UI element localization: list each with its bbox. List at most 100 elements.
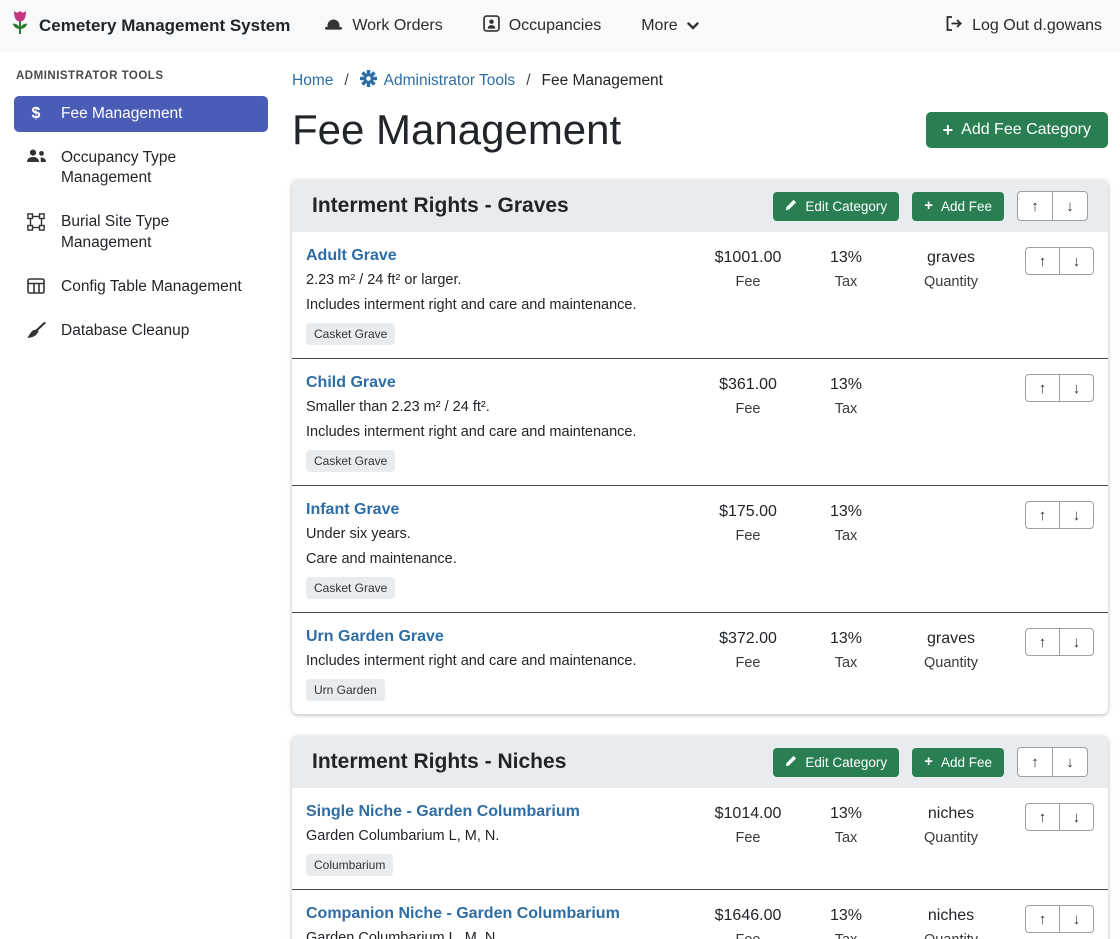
fee-quantity-label: Quantity: [892, 830, 1010, 846]
sidebar-item-label: Burial Site Type Management: [61, 212, 258, 252]
breadcrumb-current: Fee Management: [542, 72, 664, 90]
top-navbar: Cemetery Management System Work Orders O…: [0, 0, 1120, 52]
add-fee-category-button[interactable]: + Add Fee Category: [926, 112, 1108, 148]
fee-description: Includes interment right and care and ma…: [306, 297, 686, 313]
move-fee-up-button[interactable]: ↑: [1025, 628, 1060, 656]
logout-icon: [945, 15, 963, 37]
fee-row: Adult Grave 2.23 m² / 24 ft² or larger. …: [292, 232, 1108, 358]
move-fee-down-button[interactable]: ↓: [1059, 374, 1094, 402]
category-header: Interment Rights - Graves Edit Category …: [292, 180, 1108, 232]
fee-type-badge: Columbarium: [306, 854, 393, 876]
fee-tax-label: Tax: [800, 528, 892, 544]
fee-tax-label: Tax: [800, 655, 892, 671]
arrow-down-icon: ↓: [1073, 253, 1081, 270]
fee-name-link[interactable]: Single Niche - Garden Columbarium: [306, 803, 580, 821]
sidebar-item-label: Fee Management: [61, 104, 183, 124]
edit-category-button[interactable]: Edit Category: [773, 748, 899, 777]
move-category-down-button[interactable]: ↓: [1052, 191, 1088, 221]
fee-amount-label: Fee: [696, 528, 800, 544]
sidebar-heading: Administrator Tools: [16, 70, 268, 82]
fee-description: Includes interment right and care and ma…: [306, 653, 686, 669]
breadcrumb-separator: /: [526, 72, 530, 90]
arrow-up-icon: ↑: [1031, 198, 1039, 215]
category-reorder-group: ↑ ↓: [1017, 747, 1088, 777]
fee-tax: 13%: [800, 805, 892, 823]
fee-tax-label: Tax: [800, 830, 892, 846]
arrow-up-icon: ↑: [1039, 911, 1047, 928]
fee-tax: 13%: [800, 907, 892, 925]
arrow-down-icon: ↓: [1073, 380, 1081, 397]
move-category-up-button[interactable]: ↑: [1017, 747, 1053, 777]
add-fee-button[interactable]: + Add Fee: [912, 192, 1004, 221]
gear-icon: [360, 70, 377, 92]
fee-amount-label: Fee: [696, 655, 800, 671]
sidebar-item-database-cleanup[interactable]: Database Cleanup: [14, 313, 268, 349]
fee-tax-label: Tax: [800, 274, 892, 290]
category-reorder-group: ↑ ↓: [1017, 191, 1088, 221]
sidebar-item-config-table-management[interactable]: Config Table Management: [14, 269, 268, 305]
users-icon: [24, 149, 48, 163]
move-fee-up-button[interactable]: ↑: [1025, 501, 1060, 529]
vector-square-icon: [24, 213, 48, 231]
nav-item-occupancies[interactable]: Occupancies: [483, 15, 602, 37]
sidebar-item-occupancy-type-management[interactable]: Occupancy Type Management: [14, 140, 268, 196]
fee-name-link[interactable]: Companion Niche - Garden Columbarium: [306, 905, 620, 923]
logout-label: Log Out d.gowans: [972, 17, 1102, 35]
breadcrumb: Home /: [292, 70, 1108, 92]
plus-icon: +: [924, 756, 933, 768]
app-brand[interactable]: Cemetery Management System: [10, 10, 290, 42]
move-fee-up-button[interactable]: ↑: [1025, 803, 1060, 831]
move-fee-up-button[interactable]: ↑: [1025, 905, 1060, 933]
move-category-up-button[interactable]: ↑: [1017, 191, 1053, 221]
fee-reorder-group: ↑ ↓: [1016, 905, 1094, 933]
breadcrumb-home-link[interactable]: Home: [292, 72, 333, 90]
fee-row: Single Niche - Garden Columbarium Garden…: [292, 788, 1108, 889]
fee-category-card-graves: Interment Rights - Graves Edit Category …: [292, 180, 1108, 714]
fee-tax-label: Tax: [800, 401, 892, 417]
fee-tax: 13%: [800, 249, 892, 267]
fee-amount: $1646.00: [696, 907, 800, 925]
fee-quantity-label: Quantity: [892, 932, 1010, 939]
add-fee-category-label: Add Fee Category: [961, 121, 1091, 139]
fee-name-link[interactable]: Urn Garden Grave: [306, 628, 444, 646]
add-fee-button[interactable]: + Add Fee: [912, 748, 1004, 777]
move-fee-down-button[interactable]: ↓: [1059, 905, 1094, 933]
fee-quantity: graves: [892, 630, 1010, 648]
arrow-up-icon: ↑: [1039, 634, 1047, 651]
fee-name-link[interactable]: Child Grave: [306, 374, 396, 392]
fee-amount: $1014.00: [696, 805, 800, 823]
fee-amount-label: Fee: [696, 932, 800, 939]
fee-description: 2.23 m² / 24 ft² or larger.: [306, 272, 686, 288]
fee-type-badge: Casket Grave: [306, 323, 395, 345]
edit-category-button[interactable]: Edit Category: [773, 192, 899, 221]
move-fee-up-button[interactable]: ↑: [1025, 374, 1060, 402]
nav-item-label: Work Orders: [352, 17, 442, 35]
fee-row: Child Grave Smaller than 2.23 m² / 24 ft…: [292, 358, 1108, 485]
move-fee-down-button[interactable]: ↓: [1059, 628, 1094, 656]
sidebar-item-label: Occupancy Type Management: [61, 148, 258, 188]
fee-amount: $361.00: [696, 376, 800, 394]
move-category-down-button[interactable]: ↓: [1052, 747, 1088, 777]
fee-name-link[interactable]: Infant Grave: [306, 501, 399, 519]
category-header: Interment Rights - Niches Edit Category …: [292, 736, 1108, 788]
move-fee-down-button[interactable]: ↓: [1059, 803, 1094, 831]
nav-item-work-orders[interactable]: Work Orders: [324, 16, 442, 37]
move-fee-up-button[interactable]: ↑: [1025, 247, 1060, 275]
sidebar-item-burial-site-type-management[interactable]: Burial Site Type Management: [14, 204, 268, 260]
pencil-icon: [785, 199, 797, 214]
main-content: Home /: [280, 52, 1120, 939]
logout-button[interactable]: Log Out d.gowans: [945, 15, 1102, 37]
fee-tax: 13%: [800, 503, 892, 521]
breadcrumb-admin-tools-link[interactable]: Administrator Tools: [384, 72, 516, 90]
fee-description: Garden Columbarium L, M, N.: [306, 930, 686, 939]
fee-name-link[interactable]: Adult Grave: [306, 247, 397, 265]
sidebar-item-fee-management[interactable]: $ Fee Management: [14, 96, 268, 132]
edit-category-label: Edit Category: [805, 755, 887, 770]
fee-description: Care and maintenance.: [306, 551, 686, 567]
breadcrumb-separator: /: [344, 72, 348, 90]
arrow-down-icon: ↓: [1073, 507, 1081, 524]
move-fee-down-button[interactable]: ↓: [1059, 247, 1094, 275]
nav-item-more[interactable]: More: [641, 17, 698, 35]
fee-row: Infant Grave Under six years. Care and m…: [292, 485, 1108, 612]
move-fee-down-button[interactable]: ↓: [1059, 501, 1094, 529]
